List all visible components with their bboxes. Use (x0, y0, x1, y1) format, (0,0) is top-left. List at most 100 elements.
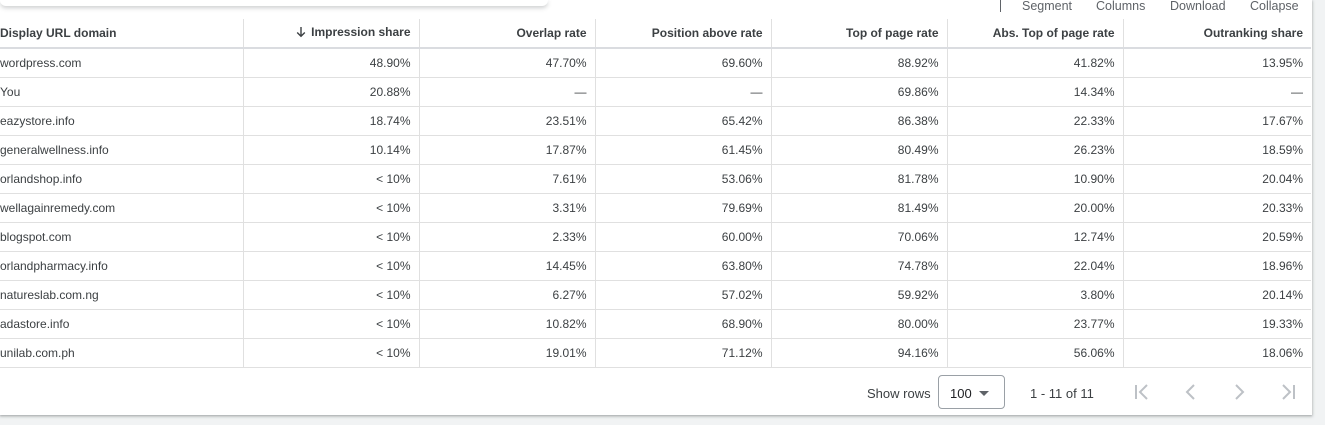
table-row: You 20.88% — —69.86% 14.34% — (0, 77, 1311, 107)
metric-cell: 10.90% (946, 164, 1123, 194)
header-label: Impression share (311, 25, 411, 39)
metric-cell: 56.06% (946, 338, 1123, 368)
metric-cell: 10.14% (242, 135, 419, 165)
table-row: orlandpharmacy.info < 10% 14.45% 63.80% 74.7… (0, 251, 1311, 281)
metric-cell: < 10% (242, 222, 419, 252)
metric-cell: 57.02% (594, 280, 771, 310)
table-row: wordpress.com 48.90% 47.70% 69.60% 88.92% 41.… (0, 48, 1311, 78)
metric-cell: 22.33% (946, 106, 1123, 136)
domain-cell: eazystore.info (0, 106, 243, 136)
metric-cell: 2.33% (418, 222, 595, 252)
metric-cell: < 10% (242, 309, 419, 339)
header-label: Overlap rate (516, 26, 587, 40)
header-label: Abs. Top of page rate (992, 26, 1115, 40)
domain-cell: natureslab.com.ng (0, 280, 243, 310)
metric-cell: 7.61% (418, 164, 595, 194)
metric-cell: 53.06% (594, 164, 771, 194)
header-display-url-domain[interactable]: Display URL domain (0, 19, 243, 49)
metric-cell: 86.38% (770, 106, 947, 136)
table-row: wellagainremedy.com < 10% 3.31% 79.69% 81.49… (0, 193, 1311, 223)
metric-cell: 3.80% (946, 280, 1123, 310)
next-page-button[interactable] (1228, 381, 1250, 403)
dropdown-arrow-icon (979, 391, 989, 396)
metric-cell: < 10% (242, 338, 419, 368)
metric-cell: 19.33% (1122, 309, 1311, 339)
header-outranking-share[interactable]: Outranking share (1122, 19, 1311, 49)
metric-cell: 47.70% (418, 48, 595, 78)
auction-insights-card: Segment Columns Download Collapse Displa… (0, 0, 1312, 415)
metric-cell: 60.00% (594, 222, 771, 252)
metric-cell: 6.27% (418, 280, 595, 310)
metric-cell: 61.45% (594, 135, 771, 165)
domain-cell: generalwellness.info (0, 135, 243, 165)
table-row: unilab.com.ph < 10% 19.01% 71.12% 94.16% 56.0… (0, 338, 1311, 368)
metric-cell: 20.00% (946, 193, 1123, 223)
columns-button[interactable]: Columns (1096, 0, 1145, 13)
metric-cell: 20.14% (1122, 280, 1311, 310)
collapse-button[interactable]: Collapse (1250, 0, 1299, 13)
metric-cell: 69.86% (770, 77, 947, 107)
metric-cell: 14.34% (946, 77, 1123, 107)
metric-cell: 20.88% (242, 77, 419, 107)
first-page-button[interactable] (1131, 381, 1153, 403)
metric-cell: 71.12% (594, 338, 771, 368)
domain-cell: orlandpharmacy.info (0, 251, 243, 281)
metric-cell: — (594, 77, 771, 107)
last-page-button[interactable] (1277, 381, 1299, 403)
metric-cell: 20.04% (1122, 164, 1311, 194)
metric-cell: 80.00% (770, 309, 947, 339)
metric-cell: 18.59% (1122, 135, 1311, 165)
rows-per-page-value: 100 (950, 386, 972, 401)
metric-cell: 94.16% (770, 338, 947, 368)
metric-cell: < 10% (242, 251, 419, 281)
show-rows-label: Show rows (867, 386, 931, 401)
metric-cell: 18.06% (1122, 338, 1311, 368)
metric-cell: 48.90% (242, 48, 419, 78)
metric-cell: 17.67% (1122, 106, 1311, 136)
metric-cell: 65.42% (594, 106, 771, 136)
header-label: Display URL domain (0, 26, 117, 40)
domain-cell: You (0, 77, 243, 107)
domain-cell: blogspot.com (0, 222, 243, 252)
metric-cell: 17.87% (418, 135, 595, 165)
metric-cell: 79.69% (594, 193, 771, 223)
header-position-above-rate[interactable]: Position above rate (594, 19, 771, 49)
metric-cell: < 10% (242, 193, 419, 223)
table-header-row: Display URL domain Impression share Over… (0, 19, 1311, 49)
metric-cell: 12.74% (946, 222, 1123, 252)
metric-cell: 74.78% (770, 251, 947, 281)
header-overlap-rate[interactable]: Overlap rate (418, 19, 595, 49)
previous-page-button[interactable] (1180, 381, 1202, 403)
table-row: generalwellness.info 10.14% 17.87% 61.45% 80… (0, 135, 1311, 165)
metric-cell: 81.78% (770, 164, 947, 194)
metric-cell: 20.59% (1122, 222, 1311, 252)
metric-cell: 63.80% (594, 251, 771, 281)
metric-cell: — (418, 77, 595, 107)
metric-cell: 22.04% (946, 251, 1123, 281)
domain-cell: wellagainremedy.com (0, 193, 243, 223)
header-label: Outranking share (1203, 26, 1303, 40)
metric-cell: < 10% (242, 280, 419, 310)
metric-cell: 18.74% (242, 106, 419, 136)
table-row: blogspot.com < 10% 2.33% 60.00% 70.06% 12.74%… (0, 222, 1311, 252)
rows-per-page-select[interactable]: 100 (938, 375, 1005, 409)
pagination-bar: Show rows 100 1 - 11 of 11 (0, 369, 1312, 415)
download-button[interactable]: Download (1170, 0, 1226, 13)
metric-cell: 14.45% (418, 251, 595, 281)
metric-cell: 80.49% (770, 135, 947, 165)
table-row: eazystore.info 18.74% 23.51% 65.42% 86.38% 22… (0, 106, 1311, 136)
header-top-of-page-rate[interactable]: Top of page rate (770, 19, 947, 49)
header-impression-share[interactable]: Impression share (242, 19, 419, 49)
metric-cell: 19.01% (418, 338, 595, 368)
page-range-text: 1 - 11 of 11 (1030, 386, 1094, 401)
metric-cell: — (1122, 77, 1311, 107)
domain-cell: wordpress.com (0, 48, 243, 78)
metric-cell: 23.51% (418, 106, 595, 136)
segment-button[interactable]: Segment (1022, 0, 1072, 13)
metric-cell: 68.90% (594, 309, 771, 339)
header-abs-top-of-page-rate[interactable]: Abs. Top of page rate (946, 19, 1123, 49)
metric-cell: 20.33% (1122, 193, 1311, 223)
domain-cell: unilab.com.ph (0, 338, 243, 368)
metric-cell: 81.49% (770, 193, 947, 223)
header-label: Position above rate (651, 26, 763, 40)
